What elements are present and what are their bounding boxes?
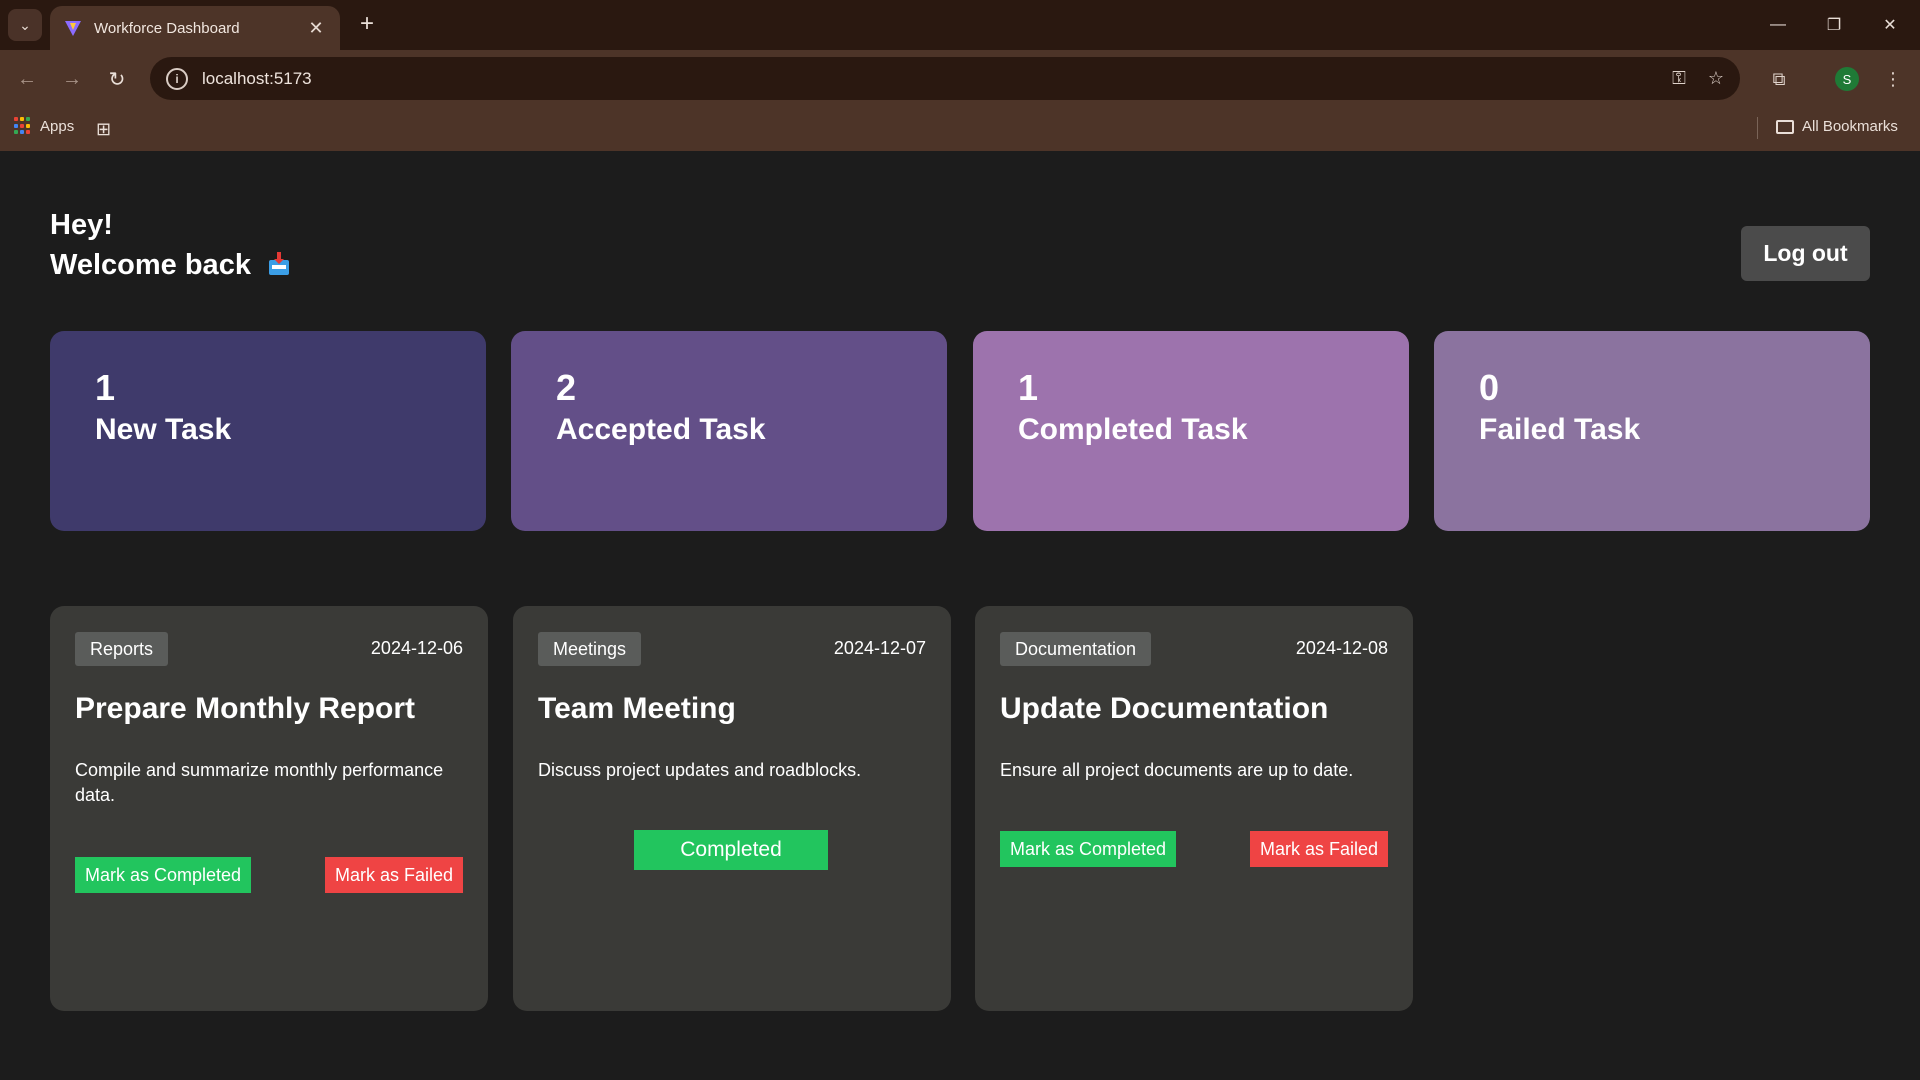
task-title: Update Documentation [1000,692,1329,725]
dashboard-page: Hey! Welcome back Log out 1 New Task 2 A… [0,151,1920,1080]
task-date: 2024-12-08 [1295,638,1388,658]
task-date: 2024-12-07 [833,638,926,658]
mark-completed-button[interactable]: Mark as Completed [75,857,252,893]
bookmarks-bar: Apps ⊞ All Bookmarks [0,107,1920,151]
stat-count: 1 [95,367,116,408]
stat-label: Failed Task [1479,413,1641,446]
avatar: S [1835,67,1859,91]
address-bar[interactable]: i localhost:5173 ⚿ ☆ [150,57,1740,100]
site-info-icon[interactable]: i [166,67,188,90]
task-category-badge: Meetings [538,632,642,666]
stat-count: 2 [556,367,577,408]
extensions-icon[interactable]: ⧉ [1762,62,1796,96]
restore-button[interactable]: ❐ [1806,0,1862,50]
profile-button[interactable]: S [1830,62,1864,96]
stat-label: Completed Task [1018,413,1248,446]
url-text[interactable]: localhost:5173 [202,69,1650,89]
menu-kebab-icon[interactable]: ⋮ [1876,62,1910,96]
stat-label: Accepted Task [556,413,766,446]
task-description: Discuss project updates and roadblocks. [538,760,862,780]
new-tab-button[interactable]: + [352,10,382,40]
browser-tab-active[interactable]: Workforce Dashboard ✕ [50,6,340,50]
welcome-line: Welcome back [50,245,291,285]
bookmark-star-icon[interactable]: ☆ [1708,68,1724,89]
browser-toolbar: ← → ↻ i localhost:5173 ⚿ ☆ ⧉ S ⋮ [0,50,1920,107]
stat-label: New Task [95,413,232,446]
bookmarks-divider [1757,117,1758,139]
all-bookmarks-label: All Bookmarks [1802,118,1898,135]
task-card: Reports 2024-12-06 Prepare Monthly Repor… [50,606,488,1011]
stat-card-completed: 1 Completed Task [973,331,1409,531]
greeting-block: Hey! Welcome back [50,205,291,285]
back-button[interactable]: ← [10,62,44,96]
stat-count: 0 [1479,367,1500,408]
task-title: Team Meeting [538,692,736,725]
apps-label: Apps [40,117,75,135]
tab-search-chevron-icon[interactable]: ⌄ [8,9,42,41]
task-card: Documentation 2024-12-08 Update Document… [975,606,1413,1011]
completed-status-button[interactable]: Completed [634,830,828,870]
mark-failed-button[interactable]: Mark as Failed [324,857,463,893]
tab-title: Workforce Dashboard [94,19,240,37]
stat-card-accepted: 2 Accepted Task [511,331,947,531]
bookmark-apps[interactable]: Apps [14,117,74,135]
task-date: 2024-12-06 [370,638,463,658]
task-card: Meetings 2024-12-07 Team Meeting Discuss… [513,606,951,1011]
stat-card-failed: 0 Failed Task [1434,331,1870,531]
welcome-text: Welcome back [50,249,251,281]
task-category-badge: Reports [75,632,169,666]
tab-close-icon[interactable]: ✕ [306,18,326,39]
task-title: Prepare Monthly Report [75,692,416,725]
browser-tabbar: ⌄ Workforce Dashboard ✕ + ― ❐ ✕ [0,0,1920,50]
stat-count: 1 [1018,367,1039,408]
apps-grid-icon [14,117,32,135]
close-window-button[interactable]: ✕ [1862,0,1918,50]
minimize-button[interactable]: ― [1750,0,1806,50]
logout-button[interactable]: Log out [1741,226,1870,281]
vite-favicon-icon [65,21,81,36]
forward-button[interactable]: → [55,62,89,96]
task-description: Ensure all project documents are up to d… [1000,760,1354,780]
password-key-icon[interactable]: ⚿ [1672,68,1686,89]
folder-icon [1776,119,1794,134]
tab-groups-icon[interactable]: ⊞ [96,119,111,140]
mark-failed-button[interactable]: Mark as Failed [1249,831,1388,867]
task-category-badge: Documentation [1000,632,1152,666]
stat-card-new: 1 New Task [50,331,486,531]
mailbox-icon [269,252,290,275]
greeting-text: Hey! [50,209,113,241]
mark-completed-button[interactable]: Mark as Completed [1000,831,1177,867]
reload-button[interactable]: ↻ [100,62,134,96]
task-description: Compile and summarize monthly performanc… [75,760,444,805]
all-bookmarks-button[interactable]: All Bookmarks [1776,118,1898,135]
